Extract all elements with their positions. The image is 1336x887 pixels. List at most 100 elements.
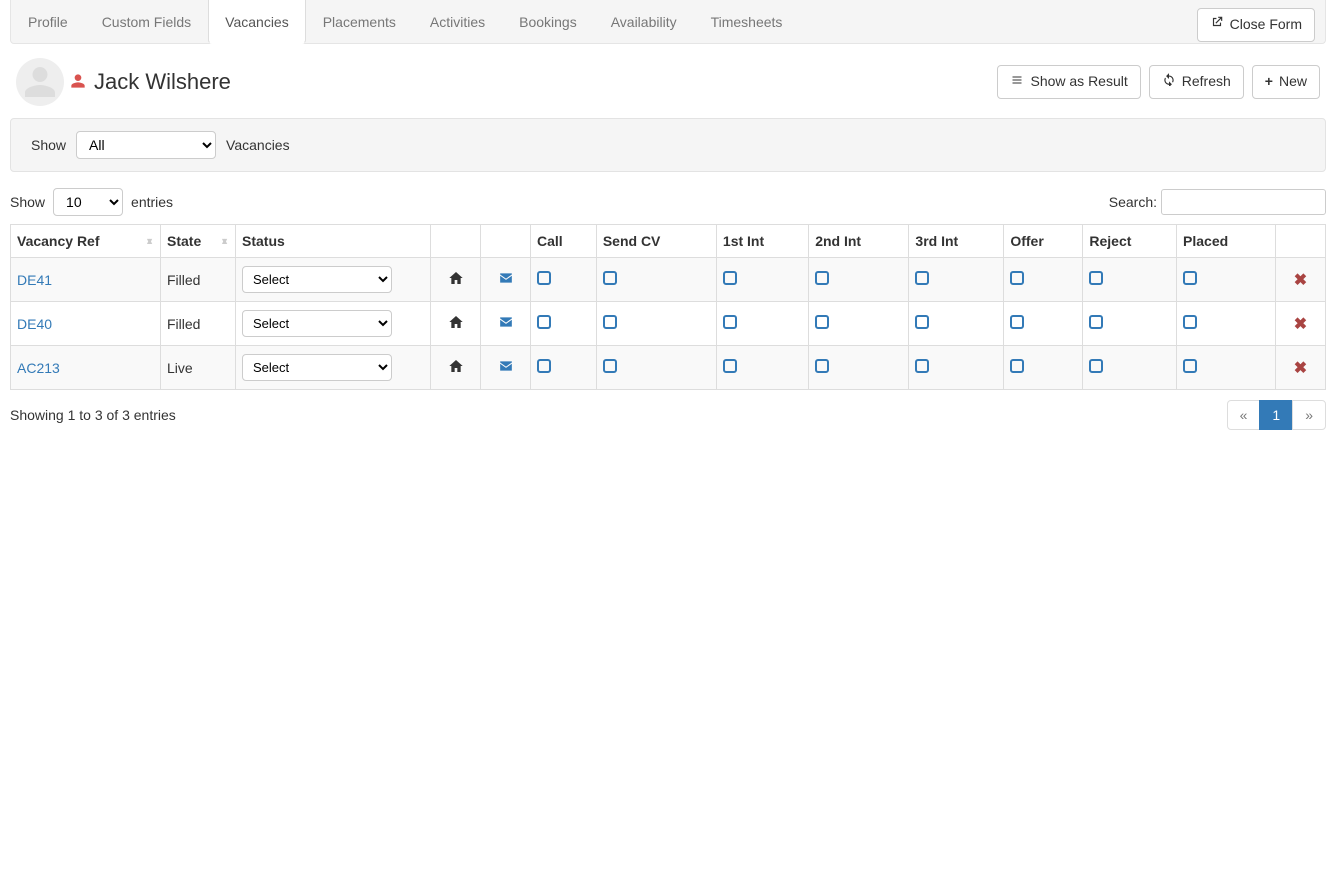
delete-icon[interactable]: ✖ — [1294, 316, 1307, 333]
refresh-label: Refresh — [1182, 72, 1231, 92]
tab-vacancies[interactable]: Vacancies — [208, 0, 306, 44]
refresh-icon — [1162, 72, 1176, 92]
delete-icon[interactable]: ✖ — [1294, 360, 1307, 377]
col-vacancy-ref[interactable]: Vacancy Ref▲▼ — [11, 225, 161, 258]
page-title: Jack Wilshere — [94, 69, 231, 95]
list-icon — [1010, 72, 1024, 92]
status-select[interactable]: Select — [242, 354, 392, 381]
checkbox-2nd-int[interactable] — [815, 359, 829, 373]
vacancies-table: Vacancy Ref▲▼State▲▼Status CallSend CV1st… — [10, 224, 1326, 390]
col-send-cv: Send CV — [596, 225, 716, 258]
delete-icon[interactable]: ✖ — [1294, 272, 1307, 289]
checkbox-offer[interactable] — [1010, 359, 1024, 373]
table-row: AC213 LiveSelect ✖ — [11, 346, 1326, 390]
checkbox-offer[interactable] — [1010, 315, 1024, 329]
table-row: DE40 FilledSelect ✖ — [11, 302, 1326, 346]
checkbox-2nd-int[interactable] — [815, 315, 829, 329]
checkbox-call[interactable] — [537, 359, 551, 373]
col-1st-int: 1st Int — [716, 225, 808, 258]
export-icon — [1210, 15, 1224, 35]
entries-show-label: Show — [10, 194, 45, 210]
checkbox-call[interactable] — [537, 315, 551, 329]
tab-custom-fields[interactable]: Custom Fields — [85, 0, 208, 44]
checkbox-reject[interactable] — [1089, 359, 1103, 373]
filter-dropdown[interactable]: All — [76, 131, 216, 159]
header-row: Jack Wilshere Show as Result Refresh + N… — [10, 44, 1326, 112]
checkbox-send-cv[interactable] — [603, 359, 617, 373]
search-label: Search: — [1109, 194, 1157, 210]
entries-info: Showing 1 to 3 of 3 entries — [10, 407, 176, 423]
entries-select[interactable]: 10 — [53, 188, 123, 216]
checkbox-send-cv[interactable] — [603, 271, 617, 285]
new-button[interactable]: + New — [1252, 65, 1320, 99]
page-next[interactable]: » — [1292, 400, 1326, 430]
col-state[interactable]: State▲▼ — [161, 225, 236, 258]
home-icon[interactable] — [448, 317, 464, 333]
table-footer: Showing 1 to 3 of 3 entries «1» — [10, 400, 1326, 430]
checkbox-1st-int[interactable] — [723, 271, 737, 285]
col-status: Status — [236, 225, 431, 258]
state-cell: Filled — [161, 302, 236, 346]
checkbox-reject[interactable] — [1089, 271, 1103, 285]
checkbox-call[interactable] — [537, 271, 551, 285]
checkbox-reject[interactable] — [1089, 315, 1103, 329]
refresh-button[interactable]: Refresh — [1149, 65, 1244, 99]
checkbox-send-cv[interactable] — [603, 315, 617, 329]
tab-activities[interactable]: Activities — [413, 0, 502, 44]
home-icon[interactable] — [448, 361, 464, 377]
show-as-result-label: Show as Result — [1030, 72, 1127, 92]
vacancy-ref-link[interactable]: DE40 — [17, 316, 52, 332]
col-blank-3 — [431, 225, 481, 258]
state-cell: Filled — [161, 258, 236, 302]
tab-bookings[interactable]: Bookings — [502, 0, 594, 44]
tab-profile[interactable]: Profile — [11, 0, 85, 44]
checkbox-1st-int[interactable] — [723, 359, 737, 373]
tab-timesheets[interactable]: Timesheets — [694, 0, 800, 44]
pagination: «1» — [1228, 400, 1326, 430]
col-reject: Reject — [1083, 225, 1177, 258]
checkbox-placed[interactable] — [1183, 359, 1197, 373]
checkbox-1st-int[interactable] — [723, 315, 737, 329]
checkbox-3rd-int[interactable] — [915, 359, 929, 373]
col-placed: Placed — [1177, 225, 1276, 258]
mail-icon[interactable] — [497, 360, 515, 376]
col-2nd-int: 2nd Int — [809, 225, 909, 258]
avatar — [16, 58, 64, 106]
status-select[interactable]: Select — [242, 266, 392, 293]
filter-show-label: Show — [31, 137, 66, 153]
tab-placements[interactable]: Placements — [306, 0, 413, 44]
checkbox-3rd-int[interactable] — [915, 271, 929, 285]
table-controls: Show 10 entries Search: — [10, 188, 1326, 216]
vacancy-ref-link[interactable]: AC213 — [17, 360, 60, 376]
mail-icon[interactable] — [497, 272, 515, 288]
checkbox-offer[interactable] — [1010, 271, 1024, 285]
checkbox-placed[interactable] — [1183, 271, 1197, 285]
entries-suffix: entries — [131, 194, 173, 210]
col-blank-4 — [481, 225, 531, 258]
vacancy-ref-link[interactable]: DE41 — [17, 272, 52, 288]
status-select[interactable]: Select — [242, 310, 392, 337]
tab-list: ProfileCustom FieldsVacanciesPlacementsA… — [11, 0, 1197, 43]
close-form-button[interactable]: Close Form — [1197, 8, 1315, 42]
table-row: DE41 FilledSelect ✖ — [11, 258, 1326, 302]
state-cell: Live — [161, 346, 236, 390]
person-icon — [70, 72, 86, 93]
checkbox-3rd-int[interactable] — [915, 315, 929, 329]
col-offer: Offer — [1004, 225, 1083, 258]
new-label: New — [1279, 72, 1307, 92]
tab-availability[interactable]: Availability — [594, 0, 694, 44]
filter-panel: Show All Vacancies — [10, 118, 1326, 172]
checkbox-placed[interactable] — [1183, 315, 1197, 329]
col-call: Call — [531, 225, 597, 258]
search-input[interactable] — [1161, 189, 1326, 215]
col-blank-13 — [1276, 225, 1326, 258]
checkbox-2nd-int[interactable] — [815, 271, 829, 285]
top-bar: ProfileCustom FieldsVacanciesPlacementsA… — [10, 0, 1326, 44]
filter-suffix: Vacancies — [226, 137, 290, 153]
home-icon[interactable] — [448, 273, 464, 289]
show-as-result-button[interactable]: Show as Result — [997, 65, 1140, 99]
page-prev[interactable]: « — [1227, 400, 1261, 430]
plus-icon: + — [1265, 72, 1273, 92]
page-1[interactable]: 1 — [1259, 400, 1293, 430]
mail-icon[interactable] — [497, 316, 515, 332]
